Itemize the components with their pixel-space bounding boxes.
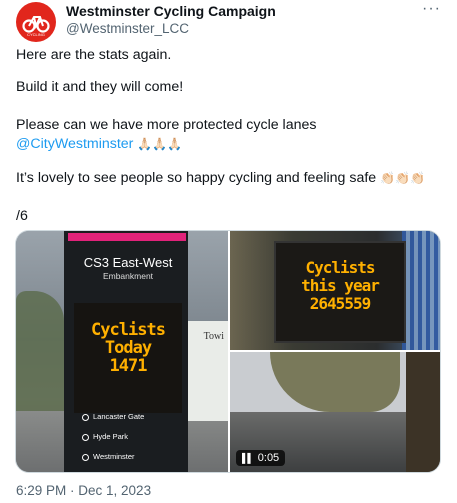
- video-cyclist[interactable]: ▌▌ 0:05: [230, 352, 440, 472]
- svg-text:CYCLING: CYCLING: [27, 32, 45, 37]
- tree-trunk: [406, 352, 440, 472]
- led-counter: Cyclists Today 1471: [74, 321, 182, 375]
- tweet-timestamp[interactable]: 6:29 PM · Dec 1, 2023: [16, 483, 151, 498]
- mention-link[interactable]: @CityWestminster: [16, 136, 133, 152]
- author-handle[interactable]: @Westminster_LCC: [66, 20, 276, 38]
- stop-dot-icon: [82, 413, 89, 421]
- tweet-line: Here are the stats again.: [16, 47, 172, 63]
- sign-stripe: [68, 233, 186, 241]
- avatar[interactable]: CYCLING: [16, 2, 56, 42]
- media-grid: Towi CS3 East-West Embankment Cyclists T…: [15, 230, 441, 473]
- photo-year-counter[interactable]: Cyclists this year 2645559: [230, 231, 440, 350]
- clapping-hands-emoji: 👏🏻👏🏻👏🏻: [380, 171, 425, 185]
- route-stop: Hyde Park: [82, 427, 144, 447]
- stop-dot-icon: [82, 453, 89, 461]
- tweet-line: It’s lovely to see people so happy cycli…: [16, 169, 425, 188]
- tweet-line-text: It’s lovely to see people so happy cycli…: [16, 170, 381, 186]
- sign-title: CS3 East-West: [83, 255, 173, 270]
- led-line: this year: [301, 276, 380, 295]
- sign-subtitle: Embankment: [102, 271, 154, 281]
- led-line: Cyclists: [305, 258, 375, 277]
- bicycle-logo-icon: CYCLING: [22, 16, 50, 37]
- led-counter: Cyclists this year 2645559: [274, 259, 406, 313]
- led-line: 1471: [109, 356, 148, 376]
- tree: [16, 291, 64, 411]
- tweet-header: CYCLING Westminster Cycling Campaign @We…: [12, 0, 445, 44]
- led-line: 2645559: [309, 294, 371, 313]
- led-line: Cyclists: [91, 320, 166, 340]
- tweet-line: Build it and they will come!: [16, 79, 184, 95]
- tweet-line-text: Please can we have more protected cycle …: [16, 117, 317, 133]
- led-line: Today: [104, 338, 152, 358]
- pause-icon[interactable]: ▌▌: [242, 453, 254, 463]
- video-duration-badge[interactable]: ▌▌ 0:05: [236, 450, 286, 466]
- photo-cs3-sign[interactable]: Towi CS3 East-West Embankment Cyclists T…: [16, 231, 228, 472]
- more-options-icon[interactable]: ···: [422, 0, 441, 18]
- author-display-name[interactable]: Westminster Cycling Campaign: [66, 2, 276, 20]
- route-stop: Westminster: [82, 447, 144, 467]
- bus-label: Towi: [203, 331, 224, 342]
- stop-dot-icon: [82, 433, 89, 441]
- tweet-text: Here are the stats again. Build it and t…: [16, 46, 446, 224]
- tweet-line: Please can we have more protected cycle …: [16, 116, 436, 154]
- praying-hands-emoji: 🙏🏻🙏🏻🙏🏻: [133, 137, 183, 151]
- video-duration: 0:05: [257, 452, 280, 464]
- route-stops: Lancaster Gate Hyde Park Westminster: [82, 407, 144, 467]
- blue-railings: [402, 231, 440, 350]
- route-stop: Lancaster Gate: [82, 407, 144, 427]
- tweet-line: /6: [16, 208, 28, 224]
